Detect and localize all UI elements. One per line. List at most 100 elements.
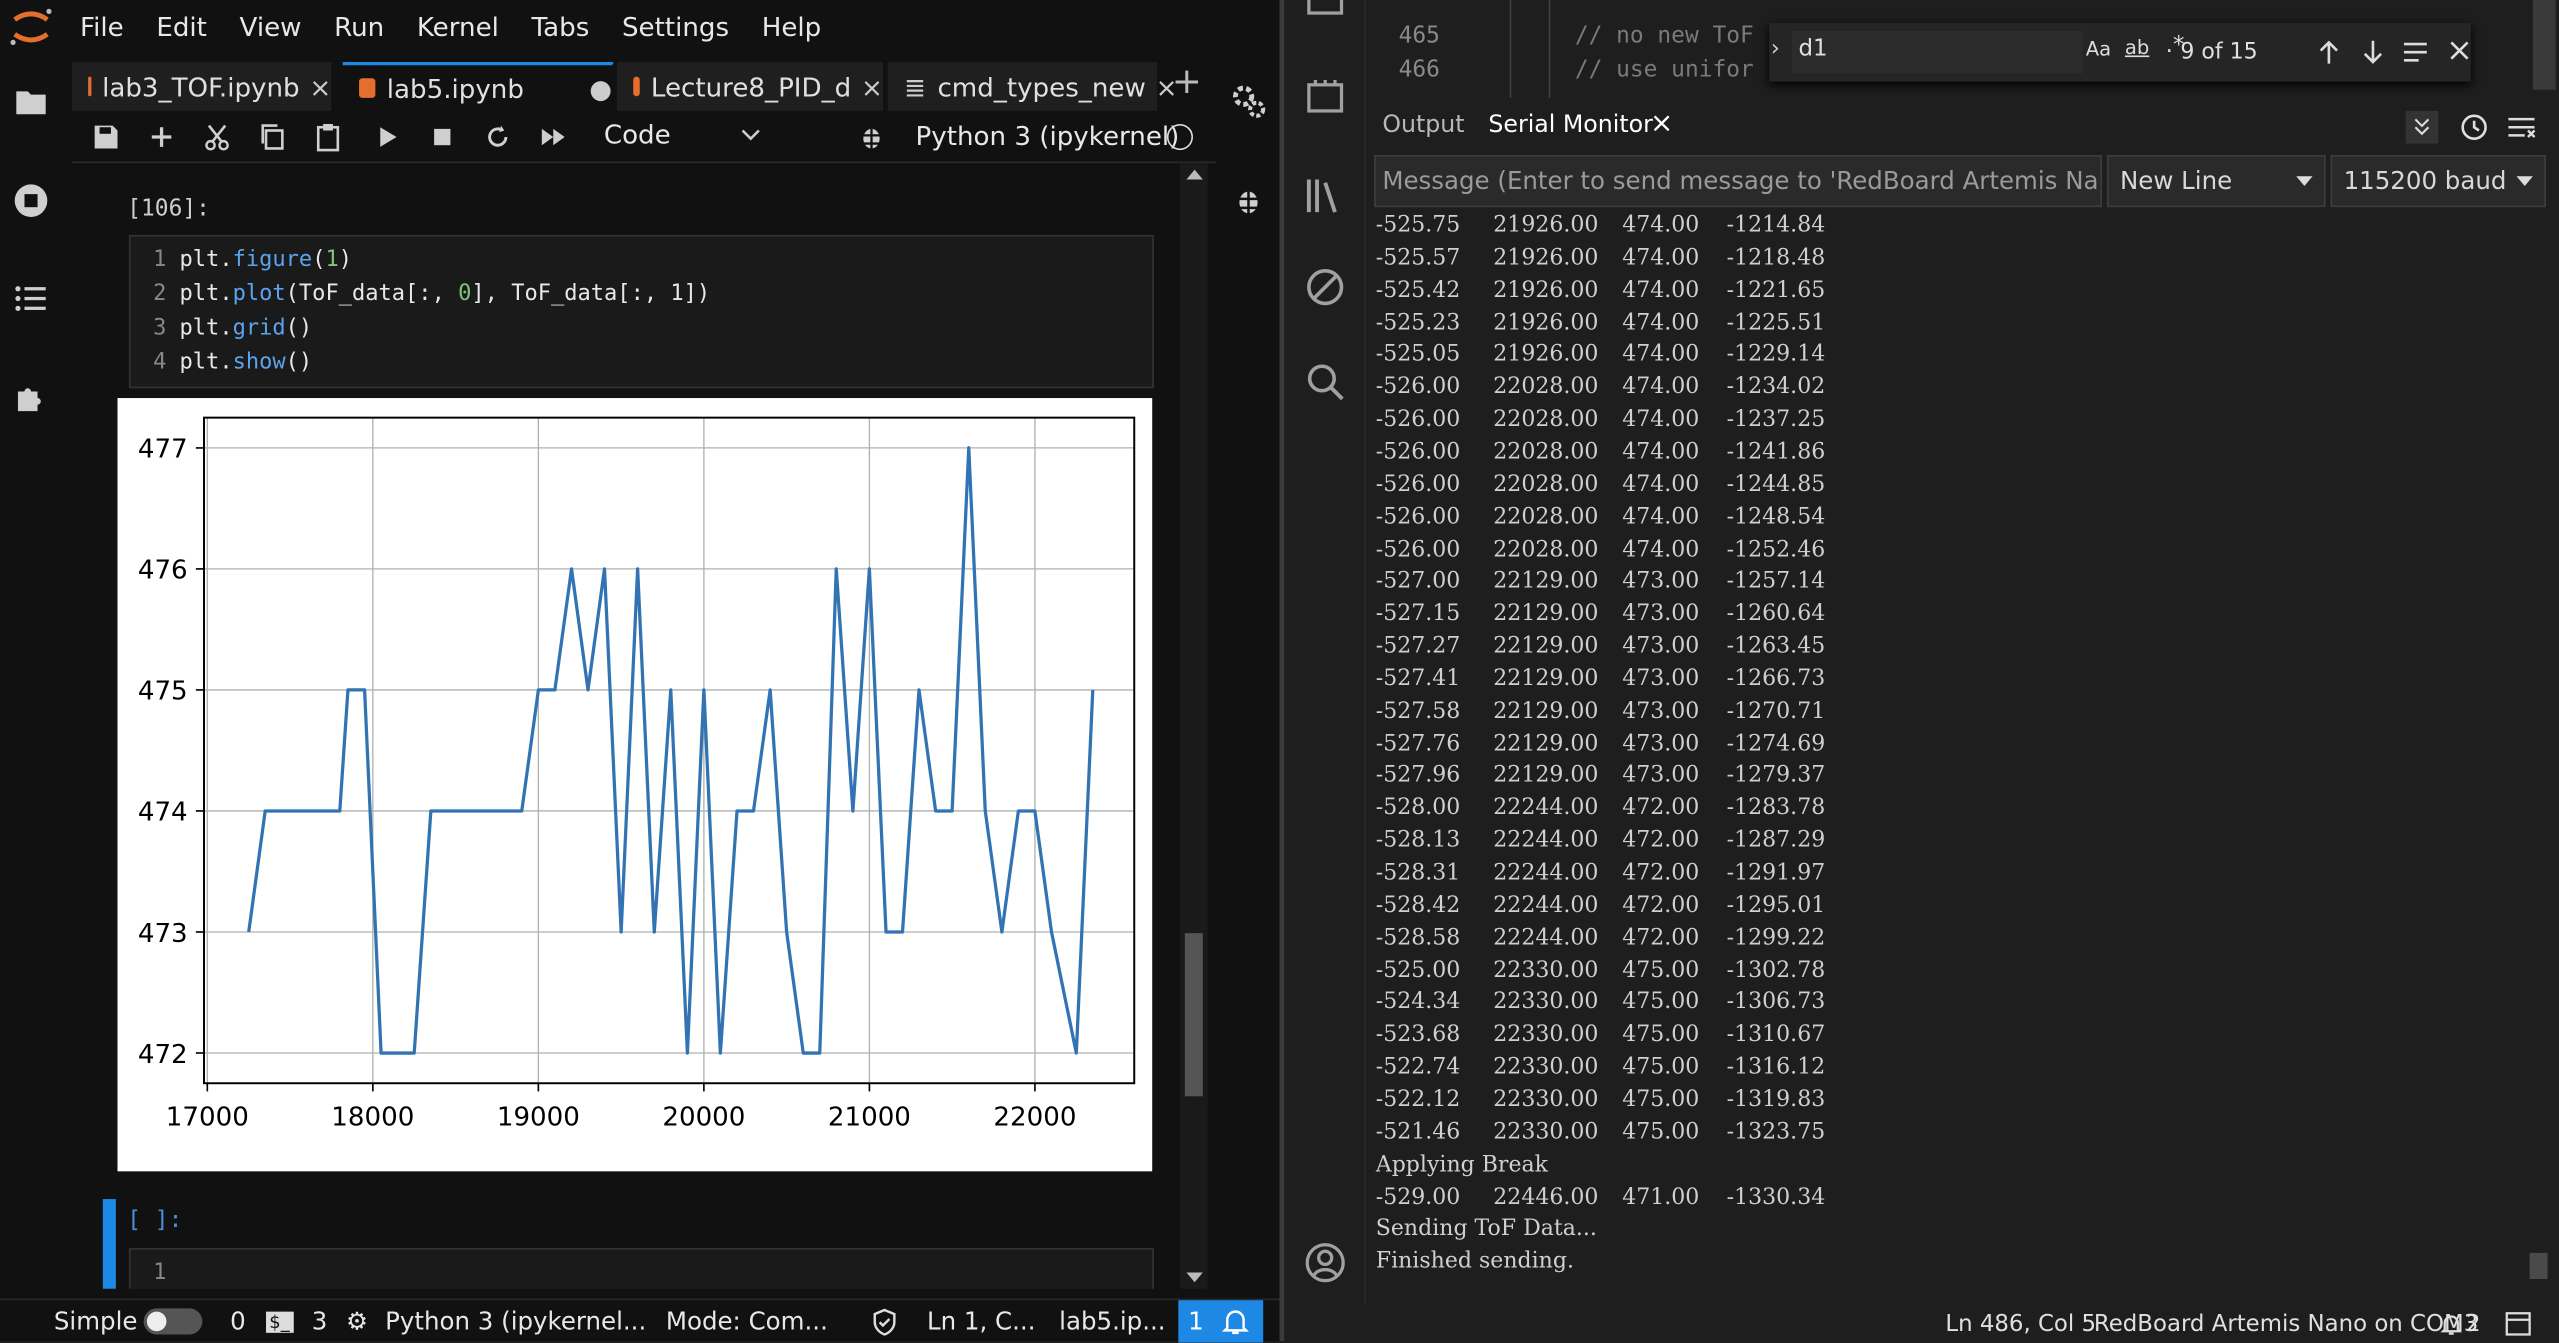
chevron-down-icon [2517,176,2533,186]
boards-manager-icon[interactable] [1304,77,1346,119]
tab-lab3-tof[interactable]: lab3_TOF.ipynb × [72,62,333,111]
table-of-contents-icon[interactable] [13,281,49,317]
property-inspector-gears-icon[interactable] [1231,83,1267,119]
menu-edit[interactable]: Edit [156,11,207,42]
code-cell-editor[interactable]: 1 plt.figure(1) 2 plt.plot(ToF_data[:, 0… [129,235,1154,388]
cut-icon[interactable] [202,122,231,151]
code-cell-editor[interactable]: 1 [129,1248,1154,1289]
scroll-up-arrow[interactable] [1186,170,1202,180]
notification-bell-icon[interactable] [2440,1312,2463,1336]
menu-settings[interactable]: Settings [622,11,729,42]
serial-message-input[interactable]: Message (Enter to send message to 'RedBo… [1374,155,2102,207]
find-input[interactable]: d1 Aa ab .* [1792,31,2082,73]
new-tab-button[interactable]: + [1172,62,1202,103]
serial-value: -524.34 [1376,989,1461,1015]
tab-output[interactable]: Output [1382,113,1464,139]
unsaved-dot-icon[interactable]: ● [589,73,612,104]
baud-rate-select[interactable]: 115200 baud [2331,155,2546,207]
menu-run[interactable]: Run [334,11,384,42]
kernel-status[interactable]: Python 3 (ipykernel... [385,1307,646,1336]
text-file-icon: ≣ [904,71,926,102]
serial-value: -525.42 [1376,277,1461,303]
kernel-name[interactable]: Python 3 (ipykernel) [916,121,1180,152]
tab-label: lab3_TOF.ipynb [102,71,300,102]
close-serial-monitor-button[interactable]: × [1650,108,1673,141]
menu-help[interactable]: Help [762,11,822,42]
close-icon[interactable] [2450,41,2470,61]
serial-scrollbar-thumb[interactable] [2530,1253,2548,1279]
cursor-position[interactable]: Ln 1, C... [927,1307,1036,1336]
serial-value: 22330.00 [1493,1119,1598,1145]
shield-icon[interactable] [871,1308,897,1336]
cursor-position[interactable]: Ln 486, Col 5 [1945,1312,2096,1338]
scroll-thumb[interactable] [1185,933,1203,1096]
notebook-scrollbar[interactable] [1180,163,1208,1289]
paste-icon[interactable] [313,122,342,151]
debug-icon[interactable] [1304,266,1346,308]
serial-value: 475.00 [1622,1022,1699,1048]
debugger-bug-icon[interactable] [1234,184,1263,217]
tab-cmd-types[interactable]: ≣cmd_types_new× [888,62,1159,111]
serial-value: 22330.00 [1493,1022,1598,1048]
tab-lecture8[interactable]: Lecture8_PID_d× [617,62,885,111]
serial-value: 22028.00 [1493,406,1598,432]
run-icon[interactable] [372,122,401,151]
serial-value: 474.00 [1622,374,1699,400]
editor-scrollbar[interactable] [2533,0,2556,90]
serial-value: -1279.37 [1727,763,1826,789]
folder-icon[interactable] [13,83,49,119]
menu-kernel[interactable]: Kernel [417,11,499,42]
code-line: // use unifor [1575,57,1754,83]
toggle-autoscroll-icon[interactable] [2406,111,2439,144]
simple-mode-toggle[interactable] [144,1308,203,1334]
previous-match-arrow-icon[interactable] [2317,39,2340,65]
serial-value: -1260.64 [1727,601,1826,627]
whole-word-icon[interactable]: ab [2125,36,2149,59]
serial-value: 21926.00 [1493,212,1598,238]
find-query: d1 [1798,36,1827,62]
add-cell-icon[interactable] [147,122,176,151]
stop-icon[interactable] [428,122,457,151]
menu-file[interactable]: File [80,11,124,42]
match-case-icon[interactable]: Aa [2086,38,2111,61]
fast-forward-icon[interactable] [539,122,568,151]
restart-icon[interactable] [483,122,512,151]
running-kernels-icon[interactable] [13,183,49,219]
save-icon[interactable] [91,122,120,151]
serial-value: -1218.48 [1727,244,1826,270]
terminal-icon[interactable]: $_ [266,1312,293,1333]
terminals-count[interactable]: 0 [230,1307,246,1336]
toggle-timestamp-icon[interactable] [2459,113,2488,142]
search-icon[interactable] [1304,361,1346,403]
line-number: 3 [131,315,167,341]
cell-type-select[interactable]: Code [604,119,767,155]
toggle-replace-icon[interactable]: › [1771,36,1780,62]
kernels-count[interactable]: 3 [312,1307,328,1336]
toggle-panel-icon[interactable] [2505,1312,2531,1336]
notification-badge[interactable]: 1 [1178,1300,1263,1342]
next-match-arrow-icon[interactable] [2362,39,2385,65]
close-icon[interactable]: × [309,71,331,102]
find-in-selection-icon[interactable] [2402,41,2428,64]
debugger-bug-icon[interactable] [858,122,884,151]
sketchbook-icon[interactable] [1304,0,1346,29]
y-tick-label: 477 [138,435,188,465]
account-icon[interactable] [1304,1241,1346,1283]
copy-icon[interactable] [258,122,287,151]
library-manager-icon[interactable] [1304,175,1346,217]
line-ending-select[interactable]: New Line [2107,155,2326,207]
clear-output-icon[interactable] [2507,114,2536,140]
serial-value: 473.00 [1622,698,1699,724]
serial-value: -1221.65 [1727,277,1826,303]
close-icon[interactable]: × [861,71,883,102]
scroll-down-arrow[interactable] [1186,1272,1202,1282]
menu-view[interactable]: View [240,11,302,42]
board-port[interactable]: RedBoard Artemis Nano on COM3 [2094,1312,2478,1338]
extensions-icon[interactable] [13,378,49,414]
line-number: 465 [1399,23,1440,49]
y-tick-label: 476 [138,556,188,586]
serial-value: -1283.78 [1727,795,1826,821]
menu-tabs[interactable]: Tabs [532,11,590,42]
tab-serial-monitor[interactable]: Serial Monitor [1488,113,1652,139]
tab-lab5[interactable]: lab5.ipynb● [343,62,614,111]
